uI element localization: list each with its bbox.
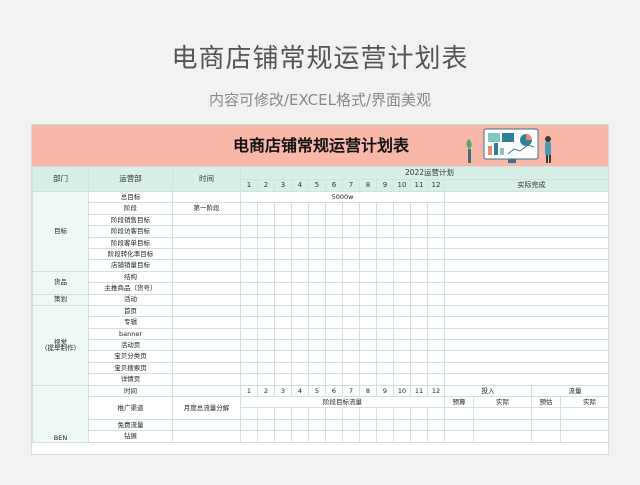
hero-title: 电商店铺常规运营计划表 (171, 44, 469, 74)
row-label: 宝贝分类页 (88, 350, 173, 363)
hero-subtitle: 内容可修改/EXCEL格式/界面美观 (208, 91, 432, 109)
month-header: 9 (376, 179, 394, 192)
month-header: 6 (325, 179, 343, 192)
row-label: 活动 (88, 293, 173, 306)
group-traffic: BEN (32, 384, 89, 443)
traffic-month: 2 (257, 384, 275, 398)
month-header: 3 (274, 179, 292, 192)
plan-table: 部门 运营部 时间 2022运营计划 1 2 3 4 5 6 7 8 9 10 … (32, 166, 608, 443)
row-label: 宝贝搜索页 (88, 361, 173, 375)
group-plan: 策划 (32, 293, 89, 306)
stage-value: 第一阶段 (172, 202, 241, 215)
invest-actual-label: 实际 (473, 396, 532, 409)
row-label: 详情页 (88, 373, 173, 386)
month-header: 10 (393, 179, 411, 192)
header-plan: 2022运营计划 (239, 166, 608, 180)
row-label: 专辑 (88, 316, 173, 329)
forecast-label: 预估 (531, 396, 561, 409)
row-label: 阶段转化率目标 (88, 247, 173, 261)
traffic-month: 9 (376, 384, 394, 398)
row-label: 主推商品（货号） (88, 282, 173, 295)
group-visual-line2: （提早制作） (41, 344, 80, 353)
traffic-month: 4 (291, 384, 309, 398)
channel-label: 推广渠道 (88, 396, 173, 420)
month-header: 12 (427, 179, 445, 192)
traffic-month: 12 (427, 384, 445, 398)
group-visual: 视觉 （提早制作） (32, 304, 89, 386)
header-dept: 部门 (32, 166, 89, 192)
flow-actual-label: 实际 (559, 396, 608, 409)
invest-label: 投入 (444, 384, 532, 398)
month-header: 5 (308, 179, 326, 192)
month-header: 1 (240, 179, 258, 192)
stage-flow-target: 阶段目标流量 (240, 396, 445, 409)
goal-value: 5000w (240, 190, 445, 204)
traffic-month: 1 (240, 384, 258, 398)
traffic-month: 7 (342, 384, 360, 398)
spreadsheet: 电商店铺常规运营计划表 部门 运营部 时间 2022运营计划 1 2 3 4 5… (31, 124, 609, 455)
row-label: 阶段客单目标 (88, 236, 173, 249)
group-goods: 货品 (32, 270, 89, 295)
month-header: 2 (257, 179, 275, 192)
row-label: 首页 (88, 304, 173, 318)
flow-label: 流量 (530, 384, 608, 398)
traffic-month: 6 (325, 384, 343, 398)
traffic-month: 5 (308, 384, 326, 398)
header-time: 时间 (172, 166, 241, 192)
traffic-time-label: 时间 (88, 384, 173, 398)
header-actual: 实际完成 (443, 179, 608, 192)
traffic-month: 3 (274, 384, 292, 398)
budget-label: 预算 (444, 396, 474, 409)
group-goal: 目标 (32, 191, 89, 272)
drill-label: 钻展 (88, 430, 173, 443)
row-label: 结构 (88, 270, 173, 284)
row-label: 阶段 (88, 202, 173, 215)
row-label: 活动页 (88, 339, 173, 352)
month-header: 4 (291, 179, 309, 192)
header-ops: 运营部 (88, 166, 173, 192)
row-label: banner (88, 327, 173, 341)
traffic-month: 10 (393, 384, 411, 398)
row-label: 店铺销量目标 (88, 259, 173, 272)
monthly-split-label: 月度总流量分解 (172, 396, 241, 420)
month-header: 7 (342, 179, 360, 192)
month-header: 11 (410, 179, 428, 192)
traffic-month: 8 (359, 384, 377, 398)
traffic-month: 11 (410, 384, 428, 398)
dashboard-illustration-icon (466, 128, 551, 163)
free-flow-label: 免费流量 (88, 418, 173, 432)
month-header: 8 (359, 179, 377, 192)
row-label: 阶段访客目标 (88, 225, 173, 238)
row-label: 总目标 (88, 190, 173, 204)
row-label: 阶段销售目标 (88, 213, 173, 227)
